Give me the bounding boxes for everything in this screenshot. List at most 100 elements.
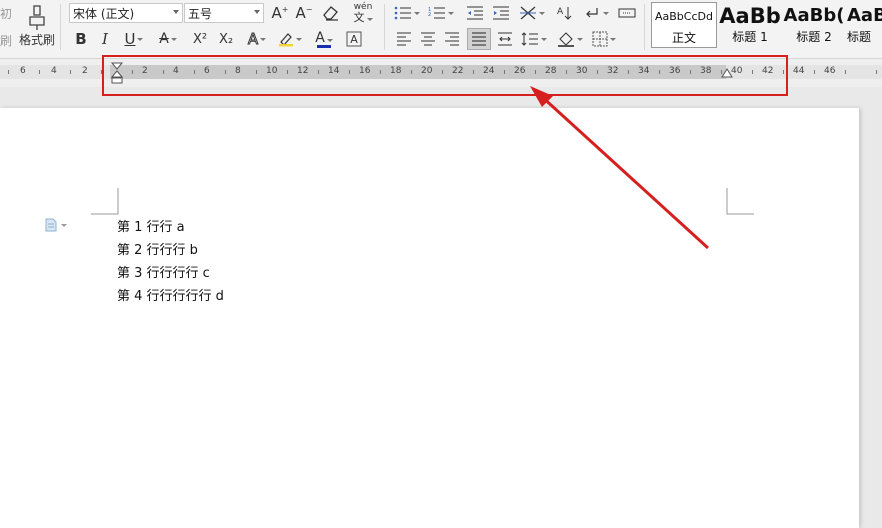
document-line-2[interactable]: 第 2 行行行 b bbox=[117, 239, 198, 258]
shrink-font-button[interactable]: A− bbox=[294, 3, 314, 23]
align-left-button[interactable] bbox=[394, 29, 414, 49]
shading-icon bbox=[558, 32, 574, 47]
underline-button[interactable]: U bbox=[120, 29, 148, 49]
strikethrough-icon: A bbox=[159, 31, 169, 47]
margin-corner-top-right bbox=[726, 188, 754, 215]
subscript-button[interactable]: X₂ bbox=[214, 29, 238, 49]
style-title-name: 标题 bbox=[847, 30, 872, 44]
ruler-tick bbox=[813, 70, 815, 74]
chinese-layout-button[interactable] bbox=[518, 3, 546, 23]
highlight-button[interactable] bbox=[276, 29, 304, 49]
grow-font-button[interactable]: A+ bbox=[270, 3, 290, 23]
ruler-number: 46 bbox=[824, 66, 836, 76]
distributed-button[interactable] bbox=[495, 29, 515, 49]
style-heading-1-sample: AaBb bbox=[719, 4, 781, 28]
document-line-3[interactable]: 第 3 行行行行 c bbox=[117, 262, 210, 281]
ruler-number-left: 2 bbox=[82, 66, 88, 76]
sort-button[interactable]: A bbox=[554, 3, 574, 23]
style-title[interactable]: AaB 标题 bbox=[847, 2, 882, 48]
clear-format-button[interactable] bbox=[320, 3, 342, 23]
font-size-value: 五号 bbox=[188, 6, 213, 21]
underline-icon: U bbox=[124, 30, 136, 48]
text-effect-icon: A bbox=[247, 30, 259, 49]
font-color-swatch bbox=[317, 44, 331, 48]
line-spacing-button[interactable] bbox=[520, 29, 548, 49]
sort-icon: A bbox=[557, 7, 572, 20]
style-title-sample: AaB bbox=[847, 5, 882, 26]
increase-indent-icon bbox=[493, 6, 509, 20]
svg-text:2: 2 bbox=[428, 12, 431, 18]
clear-format-icon bbox=[323, 6, 338, 21]
paragraph-handle[interactable] bbox=[45, 218, 67, 232]
grow-font-icon: A+ bbox=[271, 4, 289, 22]
format-painter-button[interactable]: 格式刷 bbox=[18, 2, 56, 50]
text-effect-button[interactable]: A bbox=[243, 29, 271, 49]
align-center-button[interactable] bbox=[418, 29, 438, 49]
line-spacing-icon bbox=[521, 32, 538, 46]
style-heading-1-name: 标题 1 bbox=[732, 30, 768, 44]
style-heading-2-name: 标题 2 bbox=[796, 30, 832, 44]
ruler-tick bbox=[875, 70, 877, 74]
borders-button[interactable] bbox=[590, 29, 618, 49]
font-color-button[interactable]: A bbox=[310, 29, 338, 49]
ruler-tick bbox=[7, 70, 9, 74]
paste-partial-label-2[interactable]: 刷 bbox=[0, 33, 12, 48]
bold-button[interactable]: B bbox=[72, 29, 90, 49]
document-line-1[interactable]: 第 1 行行 a bbox=[117, 216, 185, 235]
phonetic-icon-char: 文 bbox=[354, 12, 373, 23]
paragraph-dropdown-icon bbox=[61, 223, 67, 227]
format-painter-label: 格式刷 bbox=[18, 32, 55, 47]
char-border-icon: A bbox=[346, 31, 362, 47]
font-color-icon: A bbox=[315, 31, 333, 45]
align-right-icon bbox=[445, 32, 459, 46]
italic-button[interactable]: I bbox=[96, 29, 114, 49]
style-heading-2[interactable]: AaBb( 标题 2 bbox=[783, 2, 845, 48]
document-page[interactable]: 第 1 行行 a 第 2 行行行 b 第 3 行行行行 c 第 4 行行行行行 … bbox=[0, 108, 859, 528]
shading-button[interactable] bbox=[556, 29, 584, 49]
style-heading-1[interactable]: AaBb 标题 1 bbox=[717, 2, 783, 48]
ruler-tick bbox=[38, 70, 40, 74]
increase-indent-button[interactable] bbox=[490, 3, 512, 23]
borders-icon bbox=[592, 31, 608, 47]
align-right-button[interactable] bbox=[442, 29, 462, 49]
chinese-layout-icon bbox=[520, 6, 536, 20]
superscript-button[interactable]: X² bbox=[188, 29, 212, 49]
ruler-number-left: 6 bbox=[20, 66, 26, 76]
show-marks-button[interactable] bbox=[582, 3, 610, 23]
ruler-tick bbox=[844, 70, 846, 74]
tab-icon bbox=[618, 8, 636, 18]
show-marks-icon bbox=[586, 8, 598, 18]
phonetic-button[interactable]: wén 文 bbox=[348, 2, 378, 24]
margin-corner-top-left bbox=[91, 188, 119, 215]
svg-text:A: A bbox=[557, 7, 564, 17]
paragraph-doc-icon bbox=[45, 218, 57, 232]
style-normal[interactable]: AaBbCcDd 正文 bbox=[651, 2, 717, 48]
numbering-icon: 12 bbox=[428, 7, 445, 19]
numbering-button[interactable]: 12 bbox=[428, 3, 454, 23]
justify-icon bbox=[472, 32, 486, 46]
bullets-icon bbox=[394, 6, 411, 20]
highlight-icon bbox=[279, 33, 293, 47]
bullets-button[interactable] bbox=[394, 3, 420, 23]
format-painter-icon bbox=[29, 4, 45, 30]
decrease-indent-button[interactable] bbox=[464, 3, 486, 23]
align-left-icon bbox=[397, 32, 411, 46]
ribbon-toolbar: 初 刷 格式刷 宋体 (正文) 五号 A+ A− wén 文 B I U A X… bbox=[0, 0, 882, 59]
decrease-indent-icon bbox=[467, 6, 483, 20]
paste-partial-label[interactable]: 初 bbox=[0, 6, 12, 21]
justify-button[interactable] bbox=[467, 28, 491, 50]
strikethrough-button[interactable]: A bbox=[154, 29, 182, 49]
font-size-select[interactable]: 五号 bbox=[184, 3, 264, 23]
char-border-button[interactable]: A bbox=[344, 29, 364, 49]
ruler-number: 44 bbox=[793, 66, 805, 76]
ruler-highlight-box bbox=[102, 55, 788, 96]
tab-button[interactable] bbox=[616, 3, 638, 23]
font-name-value: 宋体 (正文) bbox=[73, 6, 135, 21]
ruler-number-left: 4 bbox=[51, 66, 57, 76]
font-name-select[interactable]: 宋体 (正文) bbox=[69, 3, 183, 23]
style-normal-name: 正文 bbox=[671, 31, 696, 45]
distributed-icon bbox=[498, 32, 512, 46]
document-line-4[interactable]: 第 4 行行行行行 d bbox=[117, 285, 224, 304]
svg-text:A: A bbox=[350, 33, 358, 46]
style-heading-2-sample: AaBb( bbox=[783, 5, 845, 26]
